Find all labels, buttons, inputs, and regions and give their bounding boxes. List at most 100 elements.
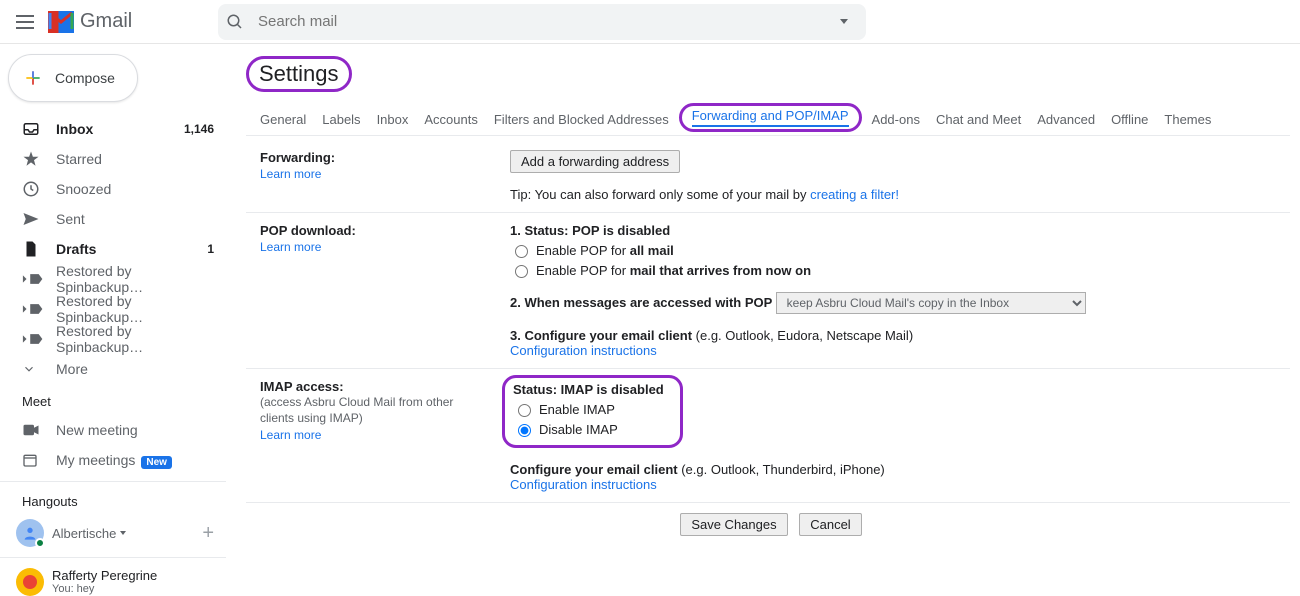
save-row: Save Changes Cancel	[246, 503, 1290, 547]
pop-config-instructions-link[interactable]: Configuration instructions	[510, 343, 657, 358]
radio-input[interactable]	[518, 404, 531, 417]
imap-status: Status: IMAP is disabled	[513, 382, 664, 397]
settings-table: Forwarding: Learn more Add a forwarding …	[246, 140, 1290, 546]
create-filter-link[interactable]: creating a filter!	[810, 187, 899, 202]
imap-configure: Configure your email client (e.g. Outloo…	[510, 462, 1282, 492]
sidebar-item-new-meeting[interactable]: New meeting	[0, 415, 226, 445]
search-input[interactable]	[256, 12, 840, 31]
sidebar-item-label: Drafts	[56, 241, 207, 257]
pop-learn-more-link[interactable]: Learn more	[260, 240, 488, 254]
clock-icon	[22, 180, 44, 198]
label-icon	[22, 332, 44, 346]
forwarding-tip: Tip: You can also forward only some of y…	[510, 187, 1282, 202]
sidebar-item-starred[interactable]: Starred	[0, 144, 226, 174]
pop-enable-new-option[interactable]: Enable POP for mail that arrives from no…	[510, 262, 1282, 278]
tab-labels[interactable]: Labels	[314, 106, 368, 135]
page-title: Settings	[246, 56, 352, 92]
compose-button[interactable]: Compose	[8, 54, 138, 102]
star-icon	[22, 150, 44, 168]
send-icon	[22, 210, 44, 228]
conversation-text: Rafferty Peregrine You: hey	[52, 569, 157, 595]
product-name: Gmail	[80, 10, 132, 33]
sidebar-item-my-meetings[interactable]: My meetingsNew	[0, 445, 226, 475]
radio-input[interactable]	[518, 424, 531, 437]
tab-themes[interactable]: Themes	[1156, 106, 1219, 135]
forwarding-label-cell: Forwarding: Learn more	[246, 140, 496, 213]
hangouts-username: Albertische	[52, 526, 116, 541]
footer-buttons: Save Changes Cancel	[246, 503, 1290, 547]
cancel-button[interactable]: Cancel	[799, 513, 861, 536]
sidebar-item-label-restored[interactable]: Restored by Spinbackup…	[0, 324, 226, 354]
plus-icon	[23, 68, 43, 88]
imap-label: IMAP access:	[260, 379, 344, 394]
hangouts-conversation[interactable]: Rafferty Peregrine You: hey	[0, 560, 226, 596]
add-icon[interactable]: +	[202, 522, 214, 545]
sidebar-item-inbox[interactable]: Inbox 1,146	[0, 114, 226, 144]
drafts-count: 1	[207, 242, 214, 256]
sidebar-item-sent[interactable]: Sent	[0, 204, 226, 234]
tab-filters[interactable]: Filters and Blocked Addresses	[486, 106, 677, 135]
divider	[0, 557, 226, 558]
sidebar-item-label: Starred	[56, 151, 214, 167]
conversation-preview: You: hey	[52, 583, 157, 595]
chevron-down-icon	[22, 362, 44, 376]
sidebar-item-label: Restored by Spinbackup…	[56, 323, 214, 355]
pop-label-cell: POP download: Learn more	[246, 213, 496, 369]
sidebar-item-label: Sent	[56, 211, 214, 227]
tab-offline[interactable]: Offline	[1103, 106, 1156, 135]
sidebar-item-label-restored[interactable]: Restored by Spinbackup…	[0, 264, 226, 294]
forwarding-row: Forwarding: Learn more Add a forwarding …	[246, 140, 1290, 213]
sidebar-item-snoozed[interactable]: Snoozed	[0, 174, 226, 204]
pop-content: 1. Status: POP is disabled Enable POP fo…	[496, 213, 1290, 369]
search-icon	[226, 13, 244, 31]
tab-inbox[interactable]: Inbox	[369, 106, 417, 135]
search-bar[interactable]	[218, 4, 866, 40]
avatar-icon	[16, 519, 44, 547]
gmail-m-icon	[48, 11, 74, 33]
sidebar-item-more[interactable]: More	[0, 354, 226, 384]
tab-general[interactable]: General	[246, 106, 314, 135]
sidebar-item-label: New meeting	[56, 422, 214, 438]
pop-action-select[interactable]: keep Asbru Cloud Mail's copy in the Inbo…	[776, 292, 1086, 314]
sidebar: Compose Inbox 1,146 Starred Snoozed Sent…	[0, 44, 226, 596]
tab-forwarding-pop-imap[interactable]: Forwarding and POP/IMAP	[679, 103, 862, 132]
pop-enable-all-option[interactable]: Enable POP for all mail	[510, 242, 1282, 258]
search-options-icon[interactable]	[840, 19, 848, 24]
video-icon	[22, 423, 44, 437]
radio-input[interactable]	[515, 245, 528, 258]
avatar-icon	[16, 568, 44, 596]
forwarding-learn-more-link[interactable]: Learn more	[260, 167, 488, 181]
sidebar-item-label: Restored by Spinbackup…	[56, 293, 214, 325]
imap-config-instructions-link[interactable]: Configuration instructions	[510, 477, 657, 492]
menu-icon[interactable]	[16, 10, 40, 34]
calendar-icon	[22, 452, 44, 468]
save-changes-button[interactable]: Save Changes	[680, 513, 787, 536]
pop-when-accessed: 2. When messages are accessed with POP k…	[510, 292, 1282, 314]
gmail-logo[interactable]: Gmail	[48, 10, 218, 33]
pop-row: POP download: Learn more 1. Status: POP …	[246, 213, 1290, 369]
hangouts-current-user[interactable]: Albertische +	[0, 515, 226, 547]
tab-accounts[interactable]: Accounts	[416, 106, 485, 135]
tab-chat-meet[interactable]: Chat and Meet	[928, 106, 1029, 135]
imap-disable-option[interactable]: Disable IMAP	[513, 421, 664, 437]
status-dot-icon	[35, 538, 45, 548]
chevron-down-icon	[120, 531, 126, 535]
sidebar-item-label-restored[interactable]: Restored by Spinbackup…	[0, 294, 226, 324]
imap-learn-more-link[interactable]: Learn more	[260, 428, 488, 442]
tab-addons[interactable]: Add-ons	[864, 106, 928, 135]
radio-input[interactable]	[515, 265, 528, 278]
file-icon	[22, 240, 44, 258]
inbox-icon	[22, 120, 44, 138]
sidebar-item-drafts[interactable]: Drafts 1	[0, 234, 226, 264]
hangouts-section-title: Hangouts	[0, 484, 226, 515]
add-forwarding-address-button[interactable]: Add a forwarding address	[510, 150, 680, 173]
sidebar-item-label: Inbox	[56, 121, 184, 137]
imap-sublabel: (access Asbru Cloud Mail from other clie…	[260, 394, 488, 426]
sidebar-item-label: My meetingsNew	[56, 452, 214, 468]
imap-enable-option[interactable]: Enable IMAP	[513, 401, 664, 417]
sidebar-item-label: More	[56, 361, 214, 377]
label-icon	[22, 272, 44, 286]
settings-tabs: General Labels Inbox Accounts Filters an…	[246, 106, 1290, 136]
tab-advanced[interactable]: Advanced	[1029, 106, 1103, 135]
compose-label: Compose	[55, 70, 115, 86]
